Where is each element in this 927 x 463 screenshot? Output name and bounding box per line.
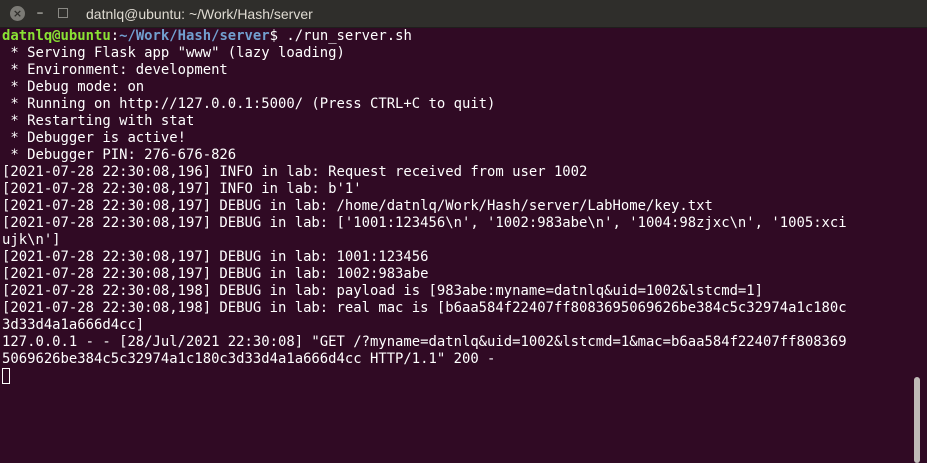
- output-line: 5069626be384c5c32974a1c180c3d33d4a1a666d…: [2, 351, 496, 367]
- close-button[interactable]: ×: [10, 6, 25, 21]
- prompt-command: ./run_server.sh: [286, 28, 412, 44]
- prompt-line: datnlq@ubuntu:~/Work/Hash/server$ ./run_…: [2, 28, 910, 45]
- output-line: * Restarting with stat: [2, 113, 195, 129]
- prompt-separator: :: [110, 28, 120, 44]
- cursor-line: [2, 368, 910, 385]
- output-line: [2021-07-28 22:30:08,197] INFO in lab: b…: [2, 181, 362, 197]
- output-line: * Debug mode: on: [2, 79, 145, 95]
- output-line: * Debugger is active!: [2, 130, 186, 146]
- prompt-user-host: datnlq@ubuntu: [2, 28, 111, 44]
- maximize-button[interactable]: [58, 8, 68, 18]
- close-icon: ×: [12, 7, 23, 20]
- scrollbar-thumb[interactable]: [914, 377, 920, 463]
- prompt-symbol: $: [269, 28, 287, 44]
- minimize-icon: –: [36, 5, 44, 21]
- output-line: * Running on http://127.0.0.1:5000/ (Pre…: [2, 96, 496, 112]
- output-line: [2021-07-28 22:30:08,197] DEBUG in lab: …: [2, 266, 429, 282]
- text-cursor: [2, 368, 10, 384]
- output-line: [2021-07-28 22:30:08,198] DEBUG in lab: …: [2, 283, 764, 299]
- output-line: [2021-07-28 22:30:08,197] DEBUG in lab: …: [2, 198, 713, 214]
- output-line: * Environment: development: [2, 62, 228, 78]
- minimize-button[interactable]: –: [33, 4, 47, 22]
- scrollbar[interactable]: [911, 28, 927, 463]
- output-line: * Serving Flask app "www" (lazy loading): [2, 45, 345, 61]
- output-line: [2021-07-28 22:30:08,197] DEBUG in lab: …: [2, 249, 429, 265]
- terminal-window: × – datnlq@ubuntu: ~/Work/Hash/server da…: [0, 0, 927, 463]
- terminal-output[interactable]: datnlq@ubuntu:~/Work/Hash/server$ ./run_…: [2, 28, 910, 463]
- output-line: [2021-07-28 22:30:08,198] DEBUG in lab: …: [2, 300, 847, 316]
- output-line: [2021-07-28 22:30:08,196] INFO in lab: R…: [2, 164, 588, 180]
- output-line: [2021-07-28 22:30:08,197] DEBUG in lab: …: [2, 215, 847, 231]
- prompt-path: ~/Work/Hash/server: [119, 28, 270, 44]
- output-line: 3d33d4a1a666d4cc]: [2, 317, 145, 333]
- title-bar[interactable]: × – datnlq@ubuntu: ~/Work/Hash/server: [0, 0, 927, 28]
- output-line: ujk\n']: [2, 232, 61, 248]
- output-line: * Debugger PIN: 276-676-826: [2, 147, 237, 163]
- window-title: datnlq@ubuntu: ~/Work/Hash/server: [86, 6, 313, 22]
- output-line: 127.0.0.1 - - [28/Jul/2021 22:30:08] "GE…: [2, 334, 847, 350]
